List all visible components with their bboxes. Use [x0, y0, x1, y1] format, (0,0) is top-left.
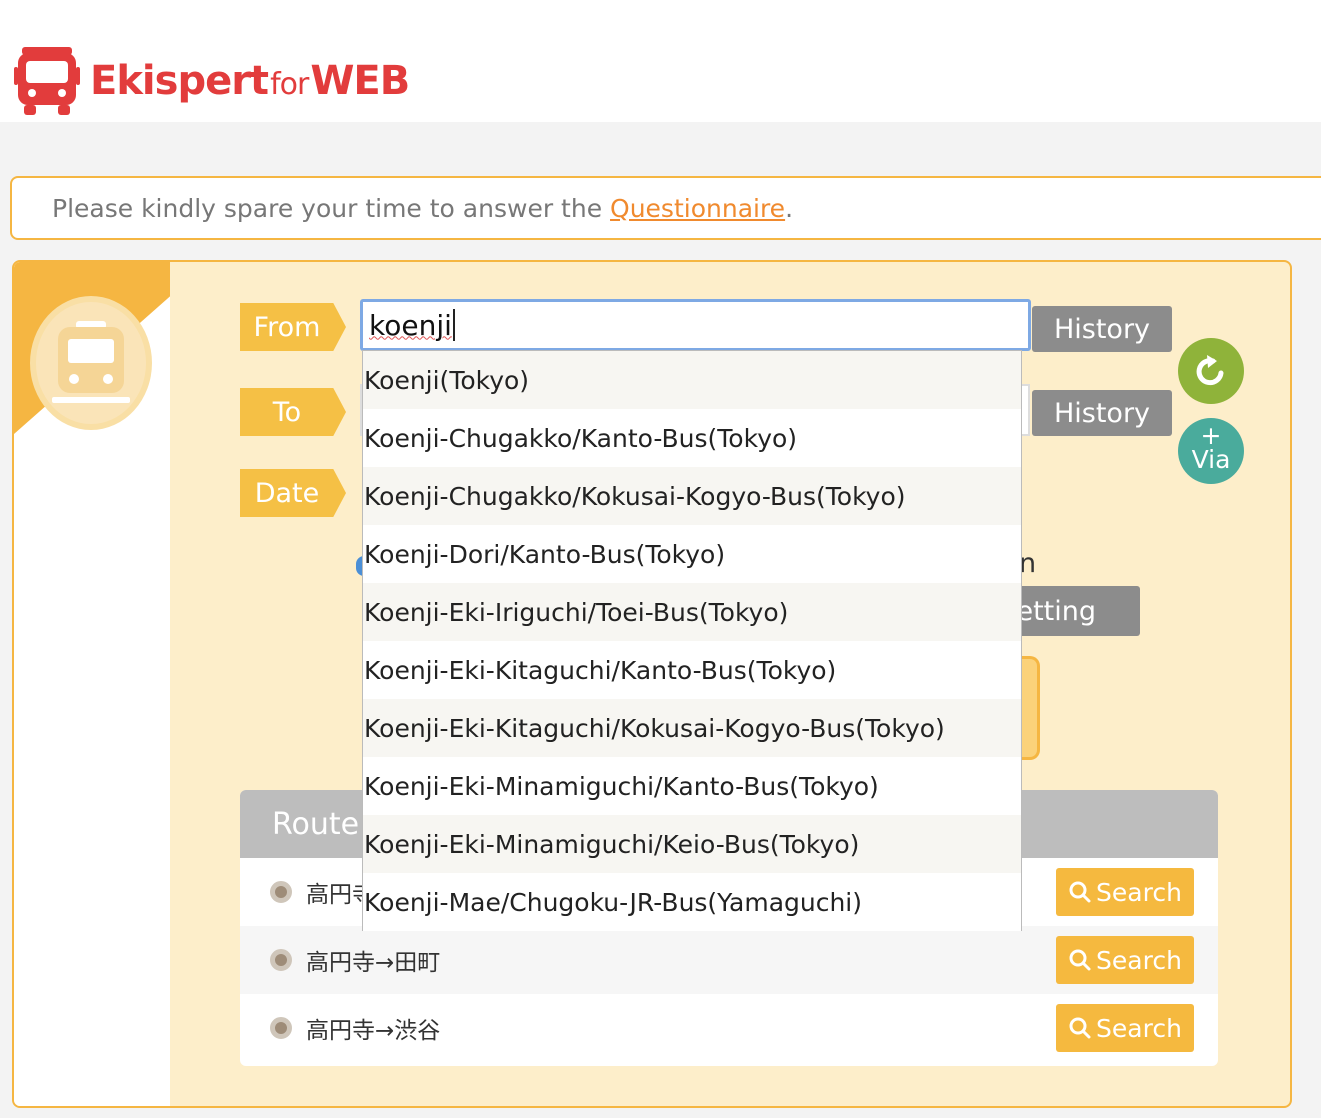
route-radio[interactable]	[270, 881, 292, 903]
search-icon	[1069, 949, 1091, 971]
bus-logo-icon	[14, 47, 80, 115]
route-label: 高円寺→渋谷	[306, 1018, 441, 1044]
suggestion-item[interactable]: Koenji-Eki-Kitaguchi/Kanto-Bus(Tokyo)	[363, 641, 1021, 699]
from-input-value: koenji	[369, 308, 452, 342]
route-row[interactable]: 高円寺→田町 Search	[240, 926, 1218, 994]
to-history-button[interactable]: History	[1032, 390, 1172, 436]
search-icon	[1069, 881, 1091, 903]
date-label: Date	[240, 469, 346, 517]
questionnaire-notice: Please kindly spare your time to answer …	[10, 176, 1321, 240]
add-via-button[interactable]: + Via	[1178, 418, 1244, 484]
route-search-button[interactable]: Search	[1056, 936, 1194, 984]
suggestion-item[interactable]: Koenji-Eki-Minamiguchi/Kanto-Bus(Tokyo)	[363, 757, 1021, 815]
train-icon	[30, 296, 152, 430]
station-suggestions-dropdown: Koenji(Tokyo) Koenji-Chugakko/Kanto-Bus(…	[362, 350, 1022, 931]
panel-left-column	[14, 262, 170, 1106]
route-radio[interactable]	[270, 949, 292, 971]
route-row[interactable]: 高円寺→渋谷 Search	[240, 994, 1218, 1062]
ekispert-logo[interactable]: EkispertforWEB	[14, 44, 410, 118]
suggestion-item[interactable]: Koenji-Chugakko/Kokusai-Kogyo-Bus(Tokyo)	[363, 467, 1021, 525]
notice-end: .	[785, 193, 794, 223]
route-label: 高円寺→田町	[306, 950, 441, 976]
via-label: Via	[1191, 445, 1231, 474]
suggestion-item[interactable]: Koenji-Mae/Chugoku-JR-Bus(Yamaguchi)	[363, 873, 1021, 931]
notice-text: Please kindly spare your time to answer …	[52, 193, 603, 223]
from-station-input[interactable]: koenji	[360, 299, 1031, 351]
from-label: From	[240, 303, 346, 351]
logo-text: EkispertforWEB	[90, 58, 410, 104]
suggestion-item[interactable]: Koenji-Eki-Iriguchi/Toei-Bus(Tokyo)	[363, 583, 1021, 641]
route-radio[interactable]	[270, 1017, 292, 1039]
route-search-button[interactable]: Search	[1056, 868, 1194, 916]
route-search-button[interactable]: Search	[1056, 1004, 1194, 1052]
suggestion-item[interactable]: Koenji-Eki-Minamiguchi/Keio-Bus(Tokyo)	[363, 815, 1021, 873]
questionnaire-link[interactable]: Questionnaire	[610, 194, 785, 223]
suggestion-item[interactable]: Koenji-Chugakko/Kanto-Bus(Tokyo)	[363, 409, 1021, 467]
to-label: To	[240, 388, 346, 436]
swap-stations-button[interactable]	[1178, 338, 1244, 404]
suggestion-item[interactable]: Koenji-Dori/Kanto-Bus(Tokyo)	[363, 525, 1021, 583]
swap-arrow-icon	[1196, 355, 1224, 386]
suggestion-item[interactable]: Koenji-Eki-Kitaguchi/Kokusai-Kogyo-Bus(T…	[363, 699, 1021, 757]
site-header: EkispertforWEB	[0, 0, 1321, 122]
text-caret	[452, 309, 455, 341]
search-icon	[1069, 1017, 1091, 1039]
from-history-button[interactable]: History	[1032, 306, 1172, 352]
suggestion-item[interactable]: Koenji(Tokyo)	[363, 351, 1021, 409]
